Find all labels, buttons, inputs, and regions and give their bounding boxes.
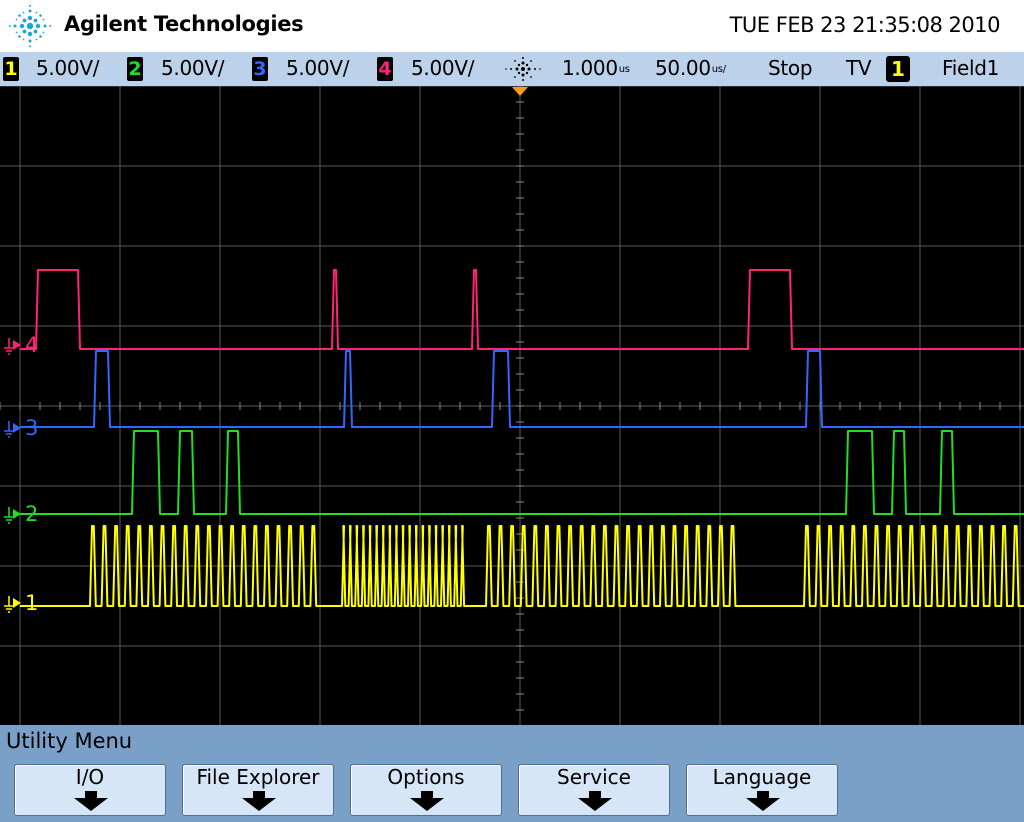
trigger-position-marker-icon[interactable] xyxy=(512,87,528,96)
softkey-options[interactable]: Options xyxy=(350,764,502,816)
channel-3-scale[interactable]: 5.00V/ xyxy=(286,56,349,80)
menu-title: Utility Menu xyxy=(6,729,133,753)
softkey-language-label: Language xyxy=(712,765,812,789)
softkey-file-explorer[interactable]: File Explorer xyxy=(182,764,334,816)
channel-2-ground-marker[interactable]: 2 xyxy=(0,502,50,526)
brand-name: Agilent Technologies xyxy=(64,12,304,36)
arrow-down-icon xyxy=(242,791,276,811)
arrow-down-icon xyxy=(746,791,780,811)
arrow-down-icon xyxy=(578,791,612,811)
channel-2-scale[interactable]: 5.00V/ xyxy=(161,56,224,80)
channel-4-ground-marker[interactable]: 4 xyxy=(0,333,50,357)
delay-number: 1.000 xyxy=(562,56,618,80)
run-state[interactable]: Stop xyxy=(768,56,813,80)
softkey-file-explorer-label: File Explorer xyxy=(196,765,320,789)
channel-1-scale[interactable]: 5.00V/ xyxy=(36,56,99,80)
delay-unit: us xyxy=(618,64,630,75)
channel-4-scale[interactable]: 5.00V/ xyxy=(411,56,474,80)
trigger-source-badge[interactable]: 1 xyxy=(886,56,910,82)
agilent-spark-logo-icon xyxy=(8,4,52,48)
graticule xyxy=(0,86,1024,725)
softkey-io-label: I/O xyxy=(75,765,105,789)
channel-1-ground-marker[interactable]: 1 xyxy=(0,591,50,615)
timebase-number: 50.00 xyxy=(655,56,711,80)
channel-2-marker-label: 2 xyxy=(25,502,39,526)
channel-3-trace xyxy=(20,350,1024,428)
softkey-options-label: Options xyxy=(387,765,465,789)
timebase-value[interactable]: 50.00us/ xyxy=(655,56,726,80)
arrow-down-icon xyxy=(410,791,444,811)
status-bar: 1 5.00V/ 2 5.00V/ 3 5.00V/ 4 5.00V/ 1.00… xyxy=(0,52,1024,86)
channel-2-badge[interactable]: 2 xyxy=(127,57,143,81)
arrow-down-icon xyxy=(74,791,108,811)
channel-4-badge[interactable]: 4 xyxy=(377,57,393,81)
channel-1-marker-label: 1 xyxy=(25,591,39,615)
trigger-mode[interactable]: TV xyxy=(846,56,872,80)
softkey-io[interactable]: I/O xyxy=(14,764,166,816)
utility-menu: Utility Menu I/O File Explorer Options S… xyxy=(0,725,1024,822)
waveform-display[interactable]: 4 3 2 1 xyxy=(0,86,1024,725)
horizontal-delay-icon xyxy=(505,57,541,81)
delay-value[interactable]: 1.000us xyxy=(562,56,630,80)
channel-3-badge[interactable]: 3 xyxy=(252,57,268,81)
date-time: TUE FEB 23 21:35:08 2010 xyxy=(729,13,1001,37)
channel-4-marker-label: 4 xyxy=(25,333,39,357)
channel-1-badge[interactable]: 1 xyxy=(3,57,19,81)
timebase-unit: us/ xyxy=(711,64,726,75)
softkey-service-label: Service xyxy=(557,765,631,789)
waveform-canvas xyxy=(0,86,1024,725)
softkey-service[interactable]: Service xyxy=(518,764,670,816)
channel-3-ground-marker[interactable]: 3 xyxy=(0,416,50,440)
trigger-field[interactable]: Field1 xyxy=(942,56,999,80)
softkey-language[interactable]: Language xyxy=(686,764,838,816)
header-bar: Agilent Technologies TUE FEB 23 21:35:08… xyxy=(0,0,1024,52)
channel-3-marker-label: 3 xyxy=(25,416,39,440)
ground-markers xyxy=(4,338,21,613)
